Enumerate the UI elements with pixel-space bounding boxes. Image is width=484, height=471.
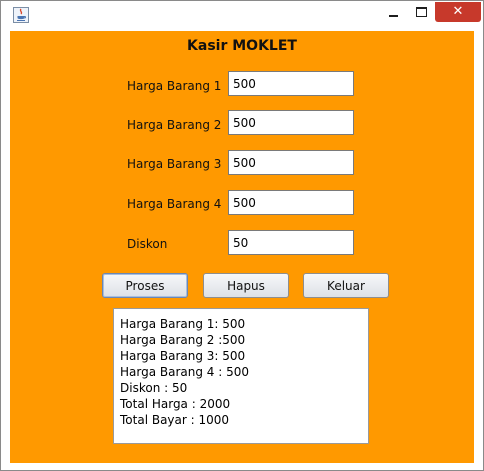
title-bar[interactable]: ✕ (1, 1, 483, 29)
result-line: Harga Barang 3: 500 (120, 349, 246, 363)
maximize-button[interactable] (407, 2, 435, 22)
result-line: Total Harga : 2000 (120, 397, 231, 411)
price-item-4-input[interactable] (228, 190, 354, 215)
result-line: Total Bayar : 1000 (120, 413, 230, 427)
price-item-3-label: Harga Barang 3 (127, 157, 222, 171)
minimize-icon (388, 15, 398, 17)
price-item-1-label: Harga Barang 1 (127, 79, 222, 93)
result-line: Diskon : 50 (120, 381, 188, 395)
close-icon: ✕ (452, 4, 464, 19)
result-line: Harga Barang 4 : 500 (120, 365, 250, 379)
java-icon (13, 7, 29, 23)
result-line: Harga Barang 2 :500 (120, 333, 246, 347)
discount-label: Diskon (127, 237, 168, 251)
process-button[interactable]: Proses (102, 273, 188, 298)
app-window: ✕ Kasir MOKLET Harga Barang 1 Harga Bara… (0, 0, 484, 471)
maximize-icon (415, 7, 427, 17)
form-panel: Kasir MOKLET Harga Barang 1 Harga Barang… (10, 31, 474, 463)
price-item-2-label: Harga Barang 2 (127, 118, 222, 132)
result-line: Harga Barang 1: 500 (120, 317, 246, 331)
result-textarea[interactable]: Harga Barang 1: 500 Harga Barang 2 :500 … (113, 308, 369, 444)
clear-button[interactable]: Hapus (203, 273, 289, 298)
discount-input[interactable] (228, 230, 354, 255)
price-item-1-input[interactable] (228, 71, 354, 96)
price-item-4-label: Harga Barang 4 (127, 197, 222, 211)
page-title: Kasir MOKLET (187, 38, 297, 54)
exit-button[interactable]: Keluar (303, 273, 389, 298)
minimize-button[interactable] (379, 2, 407, 22)
price-item-2-input[interactable] (228, 110, 354, 135)
price-item-3-input[interactable] (228, 150, 354, 175)
close-button[interactable]: ✕ (435, 2, 481, 22)
